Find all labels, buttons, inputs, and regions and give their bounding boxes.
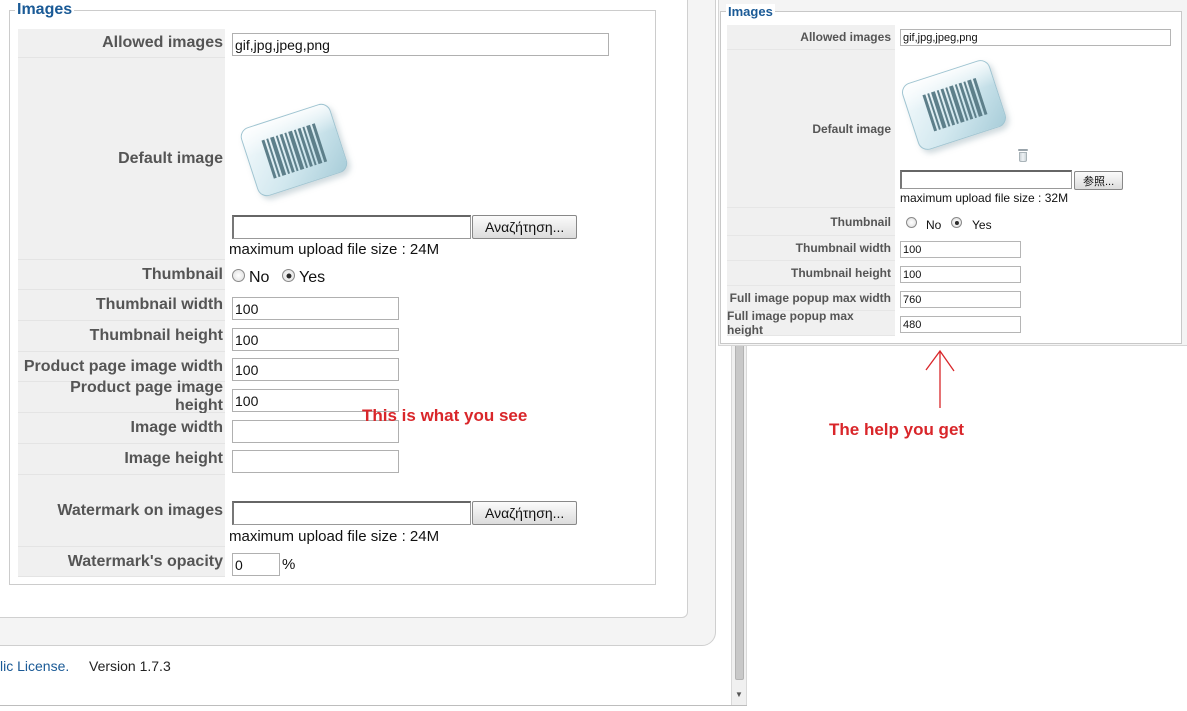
- thumbnail-width-label: Thumbnail width: [18, 290, 225, 321]
- row-thumbnail: Thumbnail No Yes: [18, 260, 638, 290]
- help-thumbnail-label: Thumbnail: [727, 208, 895, 236]
- annotation-what-you-see: This is what you see: [362, 406, 528, 425]
- help-row-allowed-images: Allowed images: [727, 25, 1173, 50]
- row-thumbnail-height: Thumbnail height: [18, 321, 638, 352]
- image-height-label: Image height: [18, 444, 225, 475]
- help-popup-max-height-label: Full image popup max height: [727, 309, 895, 337]
- image-height-input[interactable]: [232, 450, 399, 473]
- scrollbar-thumb[interactable]: [735, 336, 744, 680]
- scroll-down-arrow-icon[interactable]: ▼: [735, 690, 743, 699]
- help-row-popup-max-height: Full image popup max height: [727, 309, 1173, 337]
- help-popup-max-height-input[interactable]: [900, 316, 1021, 333]
- watermark-opacity-unit: %: [282, 556, 296, 573]
- help-allowed-images-input[interactable]: [900, 29, 1171, 46]
- row-product-page-image-width: Product page image width: [18, 352, 638, 382]
- default-image-max-upload: maximum upload file size : 24M: [229, 241, 440, 258]
- default-image-label: Default image: [18, 58, 225, 260]
- help-thumbnail-height-label: Thumbnail height: [727, 261, 895, 286]
- watermark-browse-button[interactable]: Αναζήτηση...: [472, 501, 578, 525]
- allowed-images-input[interactable]: [232, 33, 609, 56]
- version-text: Version 1.7.3: [89, 658, 171, 674]
- thumbnail-height-input[interactable]: [232, 328, 399, 351]
- product-page-image-width-input[interactable]: [232, 358, 399, 381]
- row-image-width: Image width: [18, 413, 638, 444]
- images-legend: Images: [15, 1, 75, 19]
- image-width-label: Image width: [18, 413, 225, 444]
- row-watermark-opacity: Watermark's opacity %: [18, 547, 638, 577]
- help-popup-max-width-label: Full image popup max width: [727, 286, 895, 311]
- help-images-legend: Images: [726, 4, 775, 19]
- watermark-opacity-label: Watermark's opacity: [18, 547, 225, 577]
- thumbnail-no-radio[interactable]: [232, 269, 245, 282]
- help-row-popup-max-width: Full image popup max width: [727, 286, 1173, 311]
- help-thumbnail-height-input[interactable]: [900, 266, 1021, 283]
- annotation-help-you-get: The help you get: [829, 420, 965, 439]
- watermark-label: Watermark on images: [18, 475, 225, 547]
- help-thumbnail-yes-radio[interactable]: [951, 217, 962, 228]
- barcode-icon: [237, 101, 350, 199]
- license-link[interactable]: lic License.: [0, 658, 69, 674]
- thumbnail-width-input[interactable]: [232, 297, 399, 320]
- row-image-height: Image height: [18, 444, 638, 475]
- default-image-browse-button[interactable]: Αναζήτηση...: [472, 215, 578, 239]
- help-row-thumbnail: Thumbnail No Yes: [727, 208, 1173, 236]
- help-thumbnail-width-label: Thumbnail width: [727, 236, 895, 261]
- watermark-file-input[interactable]: [232, 501, 471, 525]
- row-thumbnail-width: Thumbnail width: [18, 290, 638, 321]
- help-default-image-file-input[interactable]: [900, 170, 1072, 189]
- allowed-images-label: Allowed images: [18, 29, 225, 58]
- watermark-opacity-input[interactable]: [232, 553, 280, 576]
- row-default-image: Default image Αναζήτηση... maximum uploa…: [18, 58, 638, 260]
- thumbnail-height-label: Thumbnail height: [18, 321, 225, 352]
- watermark-max-upload: maximum upload file size : 24M: [229, 528, 440, 545]
- help-default-image-browse-button[interactable]: 参照...: [1074, 171, 1124, 190]
- bottom-divider: [0, 705, 747, 706]
- help-default-image-max-upload: maximum upload file size : 32M: [900, 191, 1069, 205]
- help-thumbnail-yes-label: Yes: [972, 218, 992, 232]
- row-watermark-on-images: Watermark on images Αναζήτηση... maximum…: [18, 475, 638, 547]
- help-thumbnail-no-radio[interactable]: [906, 217, 917, 228]
- thumbnail-label: Thumbnail: [18, 260, 225, 290]
- thumbnail-yes-radio[interactable]: [282, 269, 295, 282]
- product-page-image-height-label: Product page image height: [18, 379, 225, 414]
- default-image-file-input[interactable]: [232, 215, 471, 239]
- help-allowed-images-label: Allowed images: [727, 25, 895, 50]
- help-popup-max-width-input[interactable]: [900, 291, 1021, 308]
- help-thumbnail-width-input[interactable]: [900, 241, 1021, 258]
- trash-icon[interactable]: [1018, 149, 1028, 162]
- help-barcode-icon: [899, 57, 1010, 153]
- help-thumbnail-no-label: No: [926, 218, 942, 232]
- product-page-image-width-label: Product page image width: [18, 352, 225, 382]
- help-row-thumbnail-height: Thumbnail height: [727, 261, 1173, 286]
- row-product-page-image-height: Product page image height: [18, 379, 638, 414]
- thumbnail-no-label: No: [249, 269, 270, 286]
- thumbnail-yes-label: Yes: [299, 269, 326, 286]
- help-row-default-image: Default image 参照... maximum upload file …: [727, 50, 1173, 208]
- help-default-image-label: Default image: [727, 50, 895, 208]
- up-arrow-icon: [925, 349, 955, 408]
- row-allowed-images: Allowed images: [18, 29, 638, 58]
- help-row-thumbnail-width: Thumbnail width: [727, 236, 1173, 261]
